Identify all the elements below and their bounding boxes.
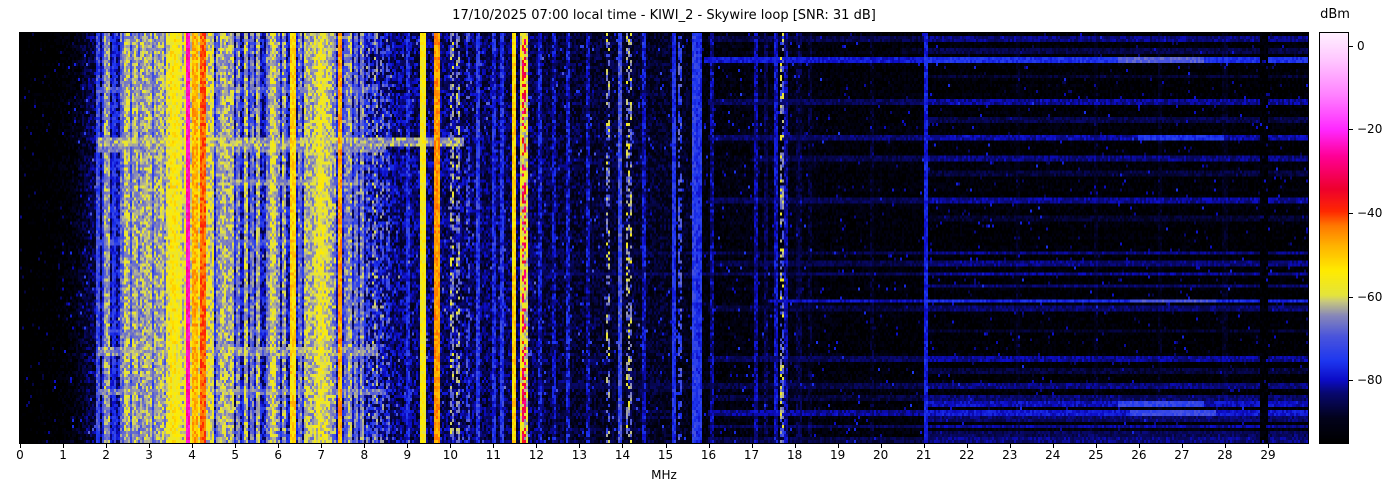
colorbar-tick-mark [1349,129,1353,131]
colorbar-title: dBm [1320,7,1350,22]
x-tick-label: 17 [743,448,760,462]
colorbar-tick-label: −80 [1357,373,1383,388]
x-tick-label: 20 [873,448,889,462]
x-tick-label: 11 [485,448,501,462]
x-tick-label: 29 [1260,448,1276,462]
x-tick-label: 25 [1088,448,1104,462]
page-root: 17/10/2025 07:00 local time - KIWI_2 - S… [0,0,1400,500]
colorbar-tick-mark [1349,212,1353,214]
x-tick-label: 23 [1002,448,1018,462]
colorbar-tick-mark [1349,380,1353,382]
x-tick-label: 9 [403,448,412,462]
spectrogram-canvas [20,33,1308,443]
x-tick-label: 3 [145,448,153,462]
x-tick-label: 10 [442,448,458,462]
x-tick-label: 1 [59,448,67,462]
x-tick-label: 13 [571,448,588,462]
colorbar-canvas [1320,33,1348,443]
x-tick-label: 22 [959,448,975,462]
x-tick-label: 21 [916,448,932,462]
chart-title: 17/10/2025 07:00 local time - KIWI_2 - S… [452,8,876,23]
colorbar-tick-label: −40 [1357,205,1383,220]
x-tick-label: 18 [786,448,803,462]
x-tick-label: 7 [317,448,326,462]
x-tick-label: 15 [657,448,674,462]
x-tick-label: 28 [1217,448,1233,462]
x-tick-label: 6 [274,448,282,462]
colorbar-tick-label: −60 [1357,289,1383,304]
x-tick-label: 19 [830,448,846,462]
colorbar-tick-label: 0 [1357,38,1365,53]
x-tick-label: 2 [102,448,110,462]
x-tick-label: 12 [528,448,545,462]
x-tick-label: 16 [700,448,717,462]
colorbar-tick-mark [1349,45,1353,47]
x-tick-label: 4 [188,448,196,462]
colorbar-tick-label: −20 [1357,122,1383,137]
colorbar-tick-mark [1349,296,1353,298]
x-tick-label: 0 [16,448,24,462]
x-tick-label: 8 [360,448,369,462]
x-tick-label: 14 [614,448,631,462]
x-tick-label: 26 [1131,448,1147,462]
x-tick-label: 5 [231,448,239,462]
x-tick-label: 27 [1174,448,1190,462]
x-axis-label: MHz [651,468,677,482]
x-tick-label: 24 [1045,448,1061,462]
